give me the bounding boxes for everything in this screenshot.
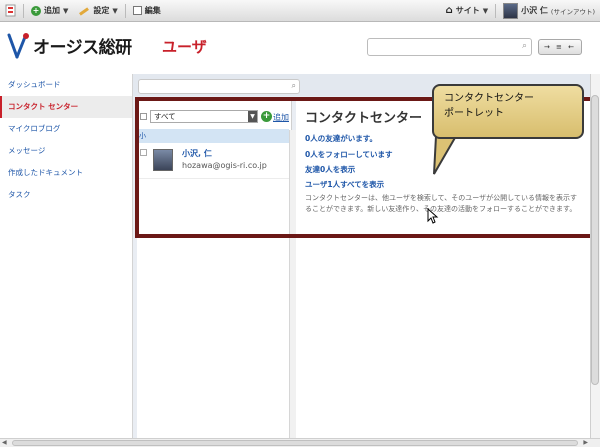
liferay-logo[interactable] xyxy=(0,0,21,22)
user-menu[interactable]: 小沢 仁 (サインアウト) xyxy=(498,0,600,22)
avatar xyxy=(503,2,519,19)
add-menu[interactable]: + 追加 ▼ xyxy=(26,0,73,22)
ogis-logo-icon xyxy=(7,33,29,59)
sidebar-item-contact-center[interactable]: コンタクト センター xyxy=(0,96,132,118)
dock-separator xyxy=(23,3,24,18)
edit-toggle[interactable]: 編集 xyxy=(128,0,166,22)
scroll-right-icon[interactable]: ▶ xyxy=(583,439,588,446)
dock-separator xyxy=(124,3,126,18)
header-search-input[interactable]: ⌕ xyxy=(367,38,532,56)
page-scrollbar-thumb[interactable] xyxy=(591,95,599,385)
site-logo[interactable]: オージス総研 xyxy=(5,31,155,63)
edit-toggle-label: 編集 xyxy=(144,6,161,15)
checkbox-icon xyxy=(132,6,142,15)
mouse-cursor-icon xyxy=(427,208,439,224)
callout-line-2: ポートレット xyxy=(444,108,504,119)
callout-line-1: コンタクトセンター xyxy=(444,93,534,104)
horizontal-scrollbar-thumb[interactable] xyxy=(12,440,578,446)
sidebar: ダッシュボード コンタクト センター マイクロブログ メッセージ 作成したドキュ… xyxy=(0,74,133,447)
manage-menu-label: 設定 xyxy=(93,6,110,15)
signout-link[interactable]: (サインアウト) xyxy=(551,6,595,16)
sidebar-item-microblog[interactable]: マイクロブログ xyxy=(0,118,132,140)
search-icon: ⌕ xyxy=(291,81,296,90)
manage-menu[interactable]: 設定 ▼ xyxy=(73,0,122,22)
user-name: 小沢 仁 xyxy=(521,6,548,15)
callout-tail xyxy=(433,136,458,175)
scroll-left-icon[interactable]: ◀ xyxy=(2,439,7,446)
home-icon: ⌂ xyxy=(445,5,453,16)
sidebar-item-tasks[interactable]: タスク xyxy=(0,184,132,206)
sidebar-item-dashboard[interactable]: ダッシュボード xyxy=(0,74,132,96)
dock-separator xyxy=(495,3,497,18)
search-icon: ⌕ xyxy=(521,41,527,51)
sidebar-item-my-documents[interactable]: 作成したドキュメント xyxy=(0,162,132,184)
chevron-down-icon: ▼ xyxy=(63,6,69,15)
site-header: オージス総研 ユーザ ⌕ → ≡ ← xyxy=(0,22,600,74)
sidebar-item-messages[interactable]: メッセージ xyxy=(0,140,132,162)
callout-box: コンタクトセンター ポートレット xyxy=(432,84,584,139)
dockbar-toggle-button[interactable]: → ≡ ← xyxy=(538,39,582,55)
page-title: ユーザ xyxy=(162,38,207,56)
add-icon: + xyxy=(31,5,41,16)
logo-text: オージス総研 xyxy=(33,38,132,58)
add-menu-label: 追加 xyxy=(44,6,60,15)
chevron-down-icon: ▼ xyxy=(482,6,489,15)
contact-search-input[interactable]: ⌕ xyxy=(138,79,300,94)
site-menu-label: サイト xyxy=(455,6,480,15)
screen: + 追加 ▼ 設定 ▼ 編集 ⌂ サイト ▼ 小沢 仁 (サインアウト) オージ… xyxy=(0,0,600,447)
chevron-down-icon: ▼ xyxy=(112,6,118,15)
pencil-icon xyxy=(78,6,90,16)
site-menu[interactable]: ⌂ サイト ▼ xyxy=(441,0,494,22)
dock-bar: + 追加 ▼ 設定 ▼ 編集 ⌂ サイト ▼ 小沢 仁 (サインアウト) xyxy=(0,0,600,22)
